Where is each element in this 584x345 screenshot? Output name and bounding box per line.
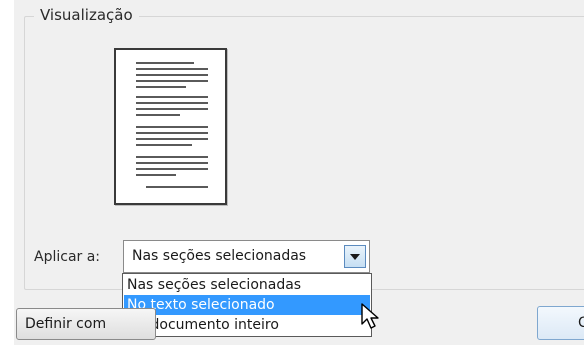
- set-as-default-button[interactable]: Definir com: [16, 308, 156, 340]
- preview-text-line: [136, 102, 208, 104]
- preview-text-line: [136, 162, 208, 164]
- preview-text-line: [136, 74, 208, 76]
- option-selected-text[interactable]: No texto selecionado: [124, 295, 370, 315]
- preview-text-line: [136, 62, 194, 64]
- preview-text-line: [136, 68, 208, 70]
- mouse-pointer-icon: [361, 303, 379, 329]
- apply-to-dropdown-list: Nas seções selecionadas No texto selecio…: [122, 273, 372, 337]
- preview-text-line: [136, 126, 208, 128]
- apply-to-selected-value: Nas seções selecionadas: [132, 248, 307, 264]
- set-as-default-label: Definir com: [25, 316, 107, 332]
- window-margin: [0, 0, 14, 345]
- preview-text-line: [136, 138, 208, 140]
- preview-text-line: [136, 168, 208, 170]
- preview-text-line: [136, 80, 208, 82]
- preview-text-line: [136, 174, 176, 176]
- preview-text-line: [136, 144, 192, 146]
- preview-text-line: [136, 156, 208, 158]
- right-button[interactable]: C: [537, 306, 584, 340]
- right-button-label: C: [578, 315, 584, 331]
- preview-group-title: Visualização: [34, 6, 139, 24]
- preview-text-line: [136, 86, 186, 88]
- preview-text-line: [136, 96, 208, 98]
- preview-text-line: [136, 108, 208, 110]
- preview-text-line: [136, 114, 180, 116]
- preview-text-line: [136, 132, 208, 134]
- chevron-down-icon: [350, 253, 360, 260]
- apply-to-label: Aplicar a:: [34, 249, 101, 265]
- page-preview: [114, 48, 227, 205]
- dropdown-button[interactable]: [344, 245, 366, 268]
- option-selected-sections[interactable]: Nas seções selecionadas: [124, 275, 370, 295]
- preview-text-line: [146, 186, 208, 188]
- option-whole-document[interactable]: No documento inteiro: [124, 315, 370, 335]
- apply-to-combobox[interactable]: Nas seções selecionadas: [123, 240, 370, 273]
